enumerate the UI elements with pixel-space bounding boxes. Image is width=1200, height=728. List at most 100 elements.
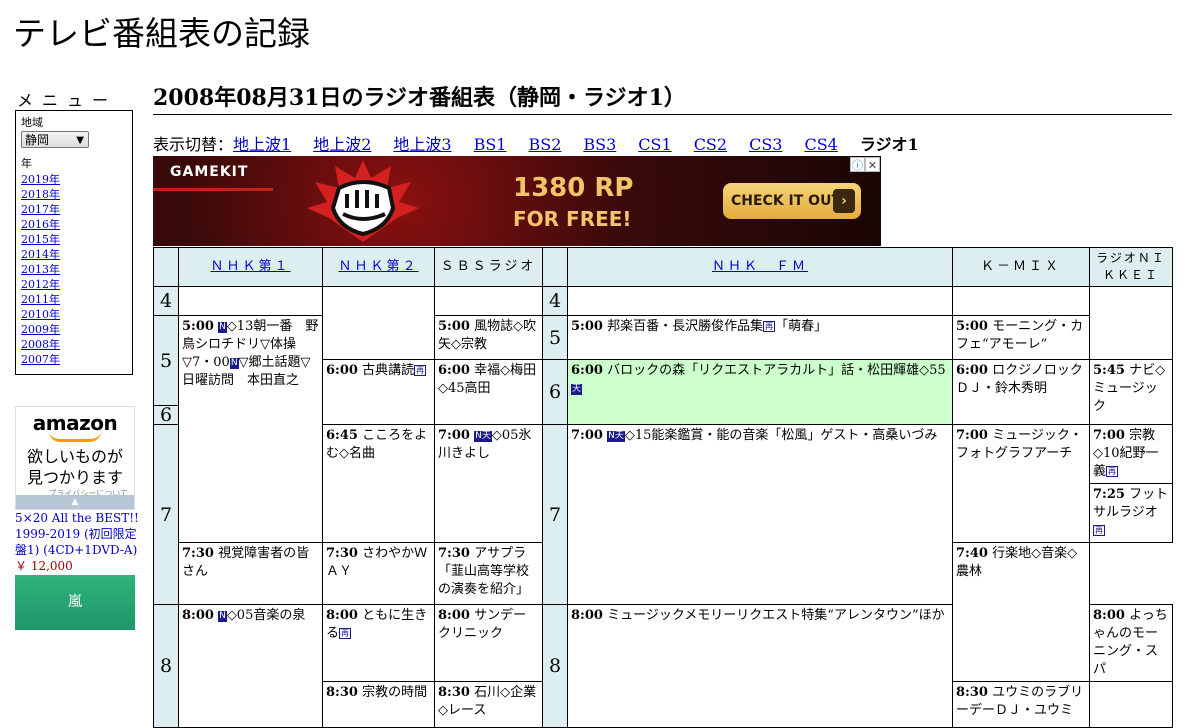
program-cell[interactable]: 6:00 ロクジノロックＤＪ・鈴木秀明 — [952, 359, 1090, 425]
program-cell-empty — [952, 286, 1090, 316]
chevron-right-icon: › — [833, 189, 855, 213]
program-cell[interactable]: 7:00 N天◇15能楽鑑賞・能の音楽「松風」ゲスト・高桑いづみ — [567, 424, 953, 605]
switch-link-cs2[interactable]: CS2 — [694, 135, 727, 154]
chevron-down-icon: ▼ — [76, 135, 84, 146]
program-text: 古典講読 — [362, 363, 415, 378]
hour-label: 4 — [542, 286, 568, 316]
badge-ten: 天 — [614, 431, 624, 441]
program-time: 7:25 — [1093, 487, 1125, 502]
check-it-out-button[interactable]: CHECK IT OUT › — [723, 183, 861, 219]
year-link[interactable]: 2011年 — [21, 292, 132, 307]
amazon-ad-copy-line: 見つかります — [26, 468, 123, 487]
channel-header-sbs: ＳＢＳラジオ — [434, 247, 543, 287]
year-link[interactable]: 2018年 — [21, 187, 132, 202]
channel-link-nhk1[interactable]: ＮＨＫ第１ — [210, 259, 290, 274]
program-cell[interactable]: 6:45 こころをよむ◇名曲 — [322, 424, 435, 543]
switch-link-bs3[interactable]: BS3 — [583, 135, 616, 154]
program-cell[interactable]: 6:00 古典講読再 — [322, 359, 435, 425]
switch-link-terrestrial2[interactable]: 地上波2 — [313, 135, 371, 154]
program-time: 7:30 — [326, 546, 358, 561]
program-cell[interactable]: 8:00 よっちゃんのモーニング・スパ — [1089, 604, 1173, 682]
news-weather-badge-icon: N天 — [474, 431, 492, 442]
hour-label: 4 — [153, 286, 179, 316]
year-link[interactable]: 2015年 — [21, 232, 132, 247]
banner-accent-bar — [153, 188, 273, 191]
channel-link-nhkfm[interactable]: ＮＨＫ ＦＭ — [712, 259, 808, 274]
year-link[interactable]: 2009年 — [21, 322, 132, 337]
program-cell[interactable]: 7:00 ミュージック・フォトグラフアーチ — [952, 424, 1090, 543]
year-link[interactable]: 2019年 — [21, 172, 132, 187]
program-text: ◇15能楽鑑賞・能の音楽「松風」ゲスト・高桑いづみ — [624, 428, 938, 443]
close-icon[interactable]: ✕ — [865, 157, 880, 172]
program-time: 5:00 — [571, 319, 603, 334]
year-link[interactable]: 2014年 — [21, 247, 132, 262]
amazon-ad[interactable]: amazon 欲しいものが 見つかります プライバシーについて ▲ — [15, 406, 135, 510]
program-cell[interactable]: 8:00 N◇05音楽の泉 — [178, 604, 323, 728]
program-cell[interactable]: 7:30 アサプラ「韮山高等学校の演奏を紹介」 — [434, 542, 543, 605]
gamekit-banner-ad[interactable]: GAMEKIT 1380 RP FOR FREE! CHECK IT OUT ›… — [153, 156, 881, 246]
program-time: 7:30 — [182, 546, 214, 561]
banner-headline: 1380 RP — [513, 173, 634, 203]
program-cell[interactable]: 5:00 邦楽百番・長沢勝俊作品集再「萌春」 — [567, 315, 953, 360]
news-badge-icon: N — [218, 322, 227, 333]
switch-link-cs4[interactable]: CS4 — [804, 135, 837, 154]
switcher-label: 表示切替： — [153, 135, 234, 154]
weather-badge-icon: 天 — [571, 384, 583, 395]
program-cell[interactable]: 7:00 宗教◇10紀野一義再 — [1089, 424, 1173, 484]
program-cell-current[interactable]: 6:00 バロックの森「リクエストアラカルト」話・松田輝雄◇55 天 — [567, 359, 953, 425]
program-time: 6:45 — [326, 428, 358, 443]
product-button[interactable]: 嵐 — [15, 575, 135, 630]
program-time: 8:30 — [956, 685, 988, 700]
switch-link-bs2[interactable]: BS2 — [528, 135, 561, 154]
region-select[interactable]: 静岡 ▼ — [21, 131, 89, 148]
program-time: 7:00 — [1093, 428, 1125, 443]
program-cell[interactable]: 7:30 視覚障害者の皆さん — [178, 542, 323, 605]
corner-cell — [542, 247, 568, 287]
product-title-link[interactable]: 5×20 All the BEST!! 1999-2019 (初回限定盤1) (… — [15, 511, 139, 557]
program-cell[interactable]: 5:00 N◇13朝一番 野鳥シロチドリ▽体操▽7・00N▽郷土話題▽日曜訪問 … — [178, 315, 323, 543]
switch-link-terrestrial3[interactable]: 地上波3 — [393, 135, 451, 154]
program-cell[interactable]: 7:30 さわやかＷＡＹ — [322, 542, 435, 605]
switch-link-cs1[interactable]: CS1 — [638, 135, 671, 154]
program-cell[interactable]: 7:25 フットサルラジオ再 — [1089, 483, 1173, 543]
program-text: 「萌春」 — [775, 319, 828, 334]
year-link[interactable]: 2013年 — [21, 262, 132, 277]
program-cell[interactable]: 8:30 宗教の時間 — [322, 681, 435, 728]
program-cell[interactable]: 7:40 行楽地◇音楽◇農林 — [952, 542, 1090, 682]
program-cell[interactable]: 8:30 ユウミのラブリーデーＤＪ・ユウミ — [952, 681, 1090, 728]
program-cell[interactable]: 8:00 ともに生きる再 — [322, 604, 435, 682]
year-link[interactable]: 2017年 — [21, 202, 132, 217]
switch-link-cs3[interactable]: CS3 — [749, 135, 782, 154]
program-time: 8:30 — [326, 685, 358, 700]
program-cell-empty — [567, 286, 953, 316]
product-price: ￥ 12,000 — [15, 559, 73, 573]
year-link[interactable]: 2016年 — [21, 217, 132, 232]
program-time: 5:00 — [438, 319, 470, 334]
program-cell[interactable]: 5:00 風物誌◇吹矢◇宗教 — [434, 315, 543, 360]
hour-label: 7 — [542, 424, 568, 605]
year-link[interactable]: 2012年 — [21, 277, 132, 292]
year-link[interactable]: 2010年 — [21, 307, 132, 322]
ad-controls: ⓘ ✕ — [850, 157, 880, 172]
program-time: 8:30 — [438, 685, 470, 700]
program-cell[interactable]: 6:00 幸福◇梅田◇45高田 — [434, 359, 543, 425]
switch-link-bs1[interactable]: BS1 — [474, 135, 507, 154]
fist-icon — [307, 160, 419, 242]
program-cell[interactable]: 5:45 ナビ◇ミュージック — [1089, 359, 1173, 425]
program-cell[interactable]: 7:00 N天◇05氷川きよし — [434, 424, 543, 543]
year-link[interactable]: 2008年 — [21, 337, 132, 352]
rerun-badge-icon: 再 — [763, 321, 776, 332]
program-time: 5:45 — [1093, 363, 1125, 378]
chevron-up-icon[interactable]: ▲ — [16, 495, 134, 509]
year-link[interactable]: 2007年 — [21, 352, 132, 367]
program-cell[interactable]: 8:30 石川◇企業◇レース — [434, 681, 543, 728]
program-cell-empty — [322, 286, 435, 360]
switch-link-terrestrial1[interactable]: 地上波1 — [233, 135, 291, 154]
program-time: 6:00 — [956, 363, 988, 378]
ad-info-icon[interactable]: ⓘ — [850, 157, 865, 172]
program-cell[interactable]: 5:00 モーニング・カフェ“アモーレ” — [952, 315, 1090, 360]
channel-link-nhk2[interactable]: ＮＨＫ第２ — [338, 259, 418, 274]
hour-label: 5 — [153, 315, 179, 406]
program-cell[interactable]: 8:00 ミュージックメモリーリクエスト特集“アレンタウン”ほか — [567, 604, 953, 728]
program-cell[interactable]: 8:00 サンデークリニック — [434, 604, 543, 682]
